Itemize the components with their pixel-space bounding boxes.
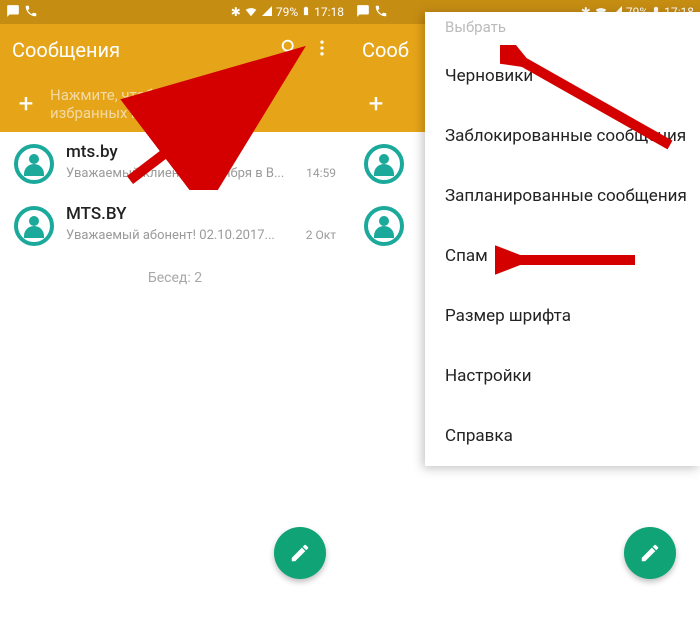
conversation-list: mts.by Уважаемый клиент! 2 октября в В..… (0, 132, 350, 300)
icon-placeholder: ✱ (231, 5, 241, 19)
conversation-row[interactable]: MTS.BY Уважаемый абонент! 02.10.2017... … (0, 194, 350, 256)
menu-item-scheduled[interactable]: Запланированные сообщения (425, 166, 700, 226)
app-title: Сообщения (12, 38, 274, 62)
avatar (14, 206, 54, 246)
conversation-row[interactable]: mts.by Уважаемый клиент! 2 октября в В..… (0, 132, 350, 194)
phone-right: ✱ 79% 17:18 Сооб + Выбрат (350, 0, 700, 621)
compose-fab[interactable] (274, 527, 326, 579)
compose-fab[interactable] (624, 527, 676, 579)
conversation-preview: Уважаемый клиент! 2 октября в В... (66, 166, 298, 181)
favorites-hint-row[interactable]: + Нажмите, чтобы добавитьизбранных получ… (0, 76, 350, 132)
status-bar: ✱ 79% 17:18 (0, 0, 350, 24)
avatar (14, 144, 54, 184)
phone-left: ✱ 79% 17:18 Сообщения + Нажмите, чтобы д… (0, 0, 350, 621)
plus-icon: + (362, 89, 390, 119)
menu-item-spam[interactable]: Спам (425, 226, 700, 286)
conversation-time: 2 Окт (306, 228, 336, 242)
phone-status-icon (24, 4, 38, 21)
overflow-menu-button[interactable] (306, 38, 338, 63)
conversation-preview: Уважаемый абонент! 02.10.2017... (66, 228, 298, 243)
plus-icon: + (12, 89, 40, 119)
search-button[interactable] (274, 37, 306, 64)
conversation-time: 14:59 (306, 166, 336, 180)
menu-item-select[interactable]: Выбрать (425, 12, 700, 46)
signal-icon (261, 5, 273, 20)
clock: 17:18 (314, 5, 344, 19)
avatar (364, 206, 404, 246)
menu-item-settings[interactable]: Настройки (425, 346, 700, 406)
menu-item-blocked[interactable]: Заблокированные сообщения (425, 106, 700, 166)
menu-item-drafts[interactable]: Черновики (425, 46, 700, 106)
conversation-name: MTS.BY (66, 204, 127, 224)
menu-item-help[interactable]: Справка (425, 406, 700, 466)
menu-item-fontsize[interactable]: Размер шрифта (425, 286, 700, 346)
battery-pct: 79% (276, 5, 298, 19)
phone-status-icon (374, 4, 388, 21)
wifi-icon (244, 4, 258, 21)
messaging-status-icon (356, 4, 370, 21)
overflow-menu: Выбрать Черновики Заблокированные сообще… (425, 12, 700, 466)
conversation-name: mts.by (66, 142, 118, 162)
avatar (364, 144, 404, 184)
favorites-hint-text: Нажмите, чтобы добавитьизбранных получат… (50, 86, 235, 122)
battery-icon (301, 4, 311, 21)
conversation-count: Бесед: 2 (0, 256, 350, 300)
app-bar: Сообщения (0, 24, 350, 76)
messaging-status-icon (6, 4, 20, 21)
